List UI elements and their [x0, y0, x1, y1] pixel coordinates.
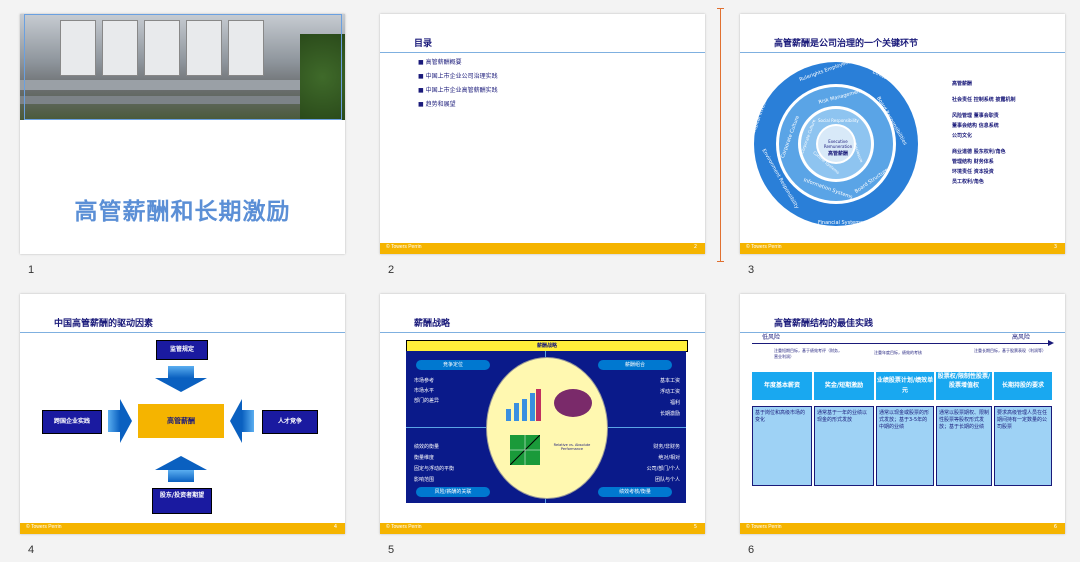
- table-header: 年度基本薪资: [752, 372, 812, 400]
- toc-item: 趋势和展望: [418, 99, 456, 108]
- center-label: Executive Remuneration: [823, 139, 853, 149]
- insertion-marker-bottom: [717, 261, 724, 262]
- title-underline: [20, 332, 345, 333]
- slide-footer: © Towers Perrin 3: [740, 243, 1065, 254]
- slide-thumbnail-6[interactable]: 高管薪酬结构的最佳实践 低风险 高风险 注重短期目标，基于绩效考评（财务，营业利…: [740, 294, 1065, 534]
- toc-item: 中国上市企业公司治理实践: [418, 71, 498, 80]
- ring-label: Social Responsibility: [818, 118, 859, 123]
- slide-title: 高管薪酬是公司治理的一个关键环节: [774, 39, 919, 49]
- risk-note: 注重长期目标，基于股票表现（利润等）: [974, 348, 1046, 353]
- table-header: 长期持股的要求: [994, 372, 1052, 400]
- bar-chart-icon: [506, 389, 541, 421]
- arrow-down-head: [155, 378, 207, 392]
- pill-risk: 风险/薪酬的关联: [416, 487, 490, 497]
- table-header: 业绩股票计划/绩效单元: [876, 372, 934, 400]
- center-label-cn: 高管薪酬: [827, 151, 848, 157]
- slide-title: 高管薪酬和长期激励: [74, 199, 291, 225]
- slide-thumbnail-5[interactable]: 薪酬战略 薪酬战略 Relative vs. Absolute Performa…: [380, 294, 705, 534]
- slide-number: 6: [748, 544, 755, 556]
- insertion-marker[interactable]: [720, 8, 721, 262]
- performance-grid-icon: [510, 435, 540, 465]
- cover-photo-frame: [24, 14, 342, 120]
- center-box: 高管薪酬: [138, 404, 224, 438]
- table-cell: 要求高级管理人员在任期间持有一定数量的公司股票: [994, 406, 1052, 486]
- driver-bottom-box: 股东/投资者期望: [152, 488, 212, 514]
- driver-right-box: 人才竞争: [262, 410, 318, 434]
- slide-number: 1: [28, 264, 35, 276]
- toc-item: 高管薪酬概要: [418, 57, 462, 66]
- left-top-list: 市场参考 市场水平 部门的差异: [414, 378, 440, 404]
- pill-mix: 薪酬组合: [598, 360, 672, 370]
- slide-number: 3: [748, 264, 755, 276]
- risk-arrow: [752, 343, 1052, 344]
- toc-item: 中国上市企业高管薪酬实践: [418, 85, 498, 94]
- pill-competitive: 竞争定位: [416, 360, 490, 370]
- strategy-ellipse: [486, 357, 608, 499]
- arrow-right-head: [120, 399, 132, 443]
- right-top-list: 基本工资 浮动工资 福利 长期激励: [659, 378, 680, 417]
- pay-mix-chart-icon: [554, 389, 592, 417]
- table-cell: 通常以现金或股票的形式发放；基于3-5年的中期的业绩: [876, 406, 934, 486]
- driver-left-box: 跨国企业实践: [42, 410, 102, 434]
- slide-thumbnail-4[interactable]: 中国高管薪酬的驱动因素 监管规定 跨国企业实践 高管薪酬 人才竞争 股东/投资者…: [20, 294, 345, 534]
- slide-footer: © Towers Perrin 4: [20, 523, 345, 534]
- slide-title: 中国高管薪酬的驱动因素: [54, 319, 154, 329]
- table-cell: 通常基于一年的业绩以现金的形式发放: [814, 406, 874, 486]
- slide-title: 薪酬战略: [414, 319, 451, 329]
- slide-footer: © Towers Perrin 6: [740, 523, 1065, 534]
- quad-label: Relative vs. Absolute Performance: [553, 443, 591, 451]
- slide-title: 目录: [414, 39, 433, 49]
- risk-note: 注重短期目标，基于绩效考评（财务，营业利润）: [774, 348, 842, 359]
- title-underline: [380, 52, 705, 53]
- slide-number: 4: [28, 544, 35, 556]
- arrow-down-icon: [168, 366, 194, 378]
- ring-label: Financial Systems: [818, 220, 863, 226]
- arrow-right-icon: [108, 410, 120, 432]
- arrow-up-head: [155, 456, 207, 470]
- table-header: 股票权/限制性股票/股票增值权: [936, 372, 992, 400]
- table-cell: 基于岗位和高级市场的变化: [752, 406, 812, 486]
- pill-perf: 绩效考核/衡量: [598, 487, 672, 497]
- insertion-marker-top: [717, 8, 724, 9]
- right-bottom-list: 财务/非财务 绝对/相对 公司/部门/个人 团队与个人: [646, 444, 680, 483]
- risk-arrow-head: [1048, 340, 1054, 346]
- left-bottom-list: 绩效的衡量 衡量维度 固定与浮动的平衡 影响范围: [414, 444, 455, 483]
- slide-footer: © Towers Perrin 5: [380, 523, 705, 534]
- legend-list: 高管薪酬 社会责任 控制系统 披露机制 风险管理 董事会职责 董事会结构 信息系…: [952, 81, 1016, 185]
- title-underline: [380, 332, 705, 333]
- slide-footer: © Towers Perrin 2: [380, 243, 705, 254]
- slide-number: 5: [388, 544, 395, 556]
- slide-number: 2: [388, 264, 395, 276]
- slide-thumbnail-2[interactable]: 目录 高管薪酬概要 中国上市企业公司治理实践 中国上市企业高管薪酬实践 趋势和展…: [380, 14, 705, 254]
- arrow-up-icon: [168, 470, 194, 482]
- arrow-left-head: [230, 399, 242, 443]
- risk-high-label: 高风险: [1012, 334, 1031, 341]
- slide-title: 高管薪酬结构的最佳实践: [774, 319, 874, 329]
- risk-note: 注重年度目标，绩效的考核: [874, 350, 922, 355]
- table-header: 奖金/短期激励: [814, 372, 874, 400]
- table-cell: 通常以股票期权、限制性股票等股权形式发放；基于长期的业绩: [936, 406, 992, 486]
- slide-thumbnail-1[interactable]: 高管薪酬和长期激励: [20, 14, 345, 254]
- arrow-left-icon: [242, 410, 254, 432]
- slide-thumbnail-3[interactable]: 高管薪酬是公司治理的一个关键环节 Executive Remuneration …: [740, 14, 1065, 254]
- risk-low-label: 低风险: [762, 334, 781, 341]
- driver-top-box: 监管规定: [156, 340, 208, 360]
